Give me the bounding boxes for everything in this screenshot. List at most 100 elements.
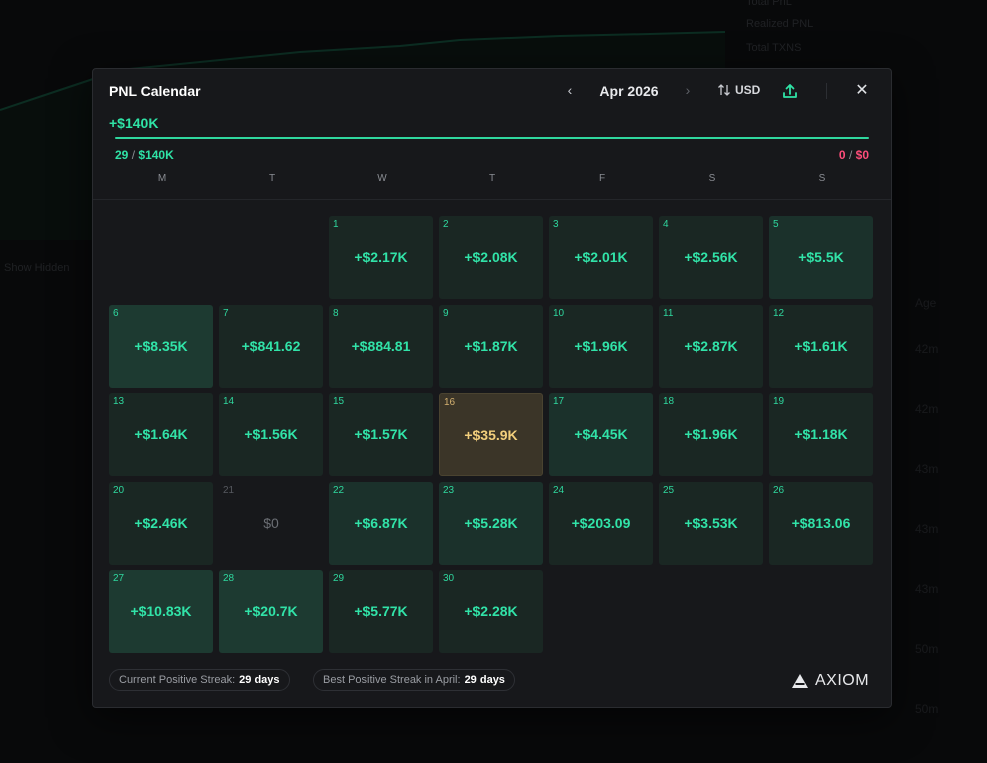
sort-arrows-icon (718, 84, 730, 96)
calendar-day-cell-best[interactable]: 16 +$35.9K (439, 393, 543, 476)
calendar-day-cell[interactable]: 13 +$1.64K (109, 393, 213, 476)
weekday-tuesday: T (268, 173, 276, 184)
calendar-day-cell[interactable]: 8 +$884.81 (329, 305, 433, 388)
calendar-day-cell[interactable]: 10 +$1.96K (549, 305, 653, 388)
day-pnl: +$2.28K (464, 603, 518, 619)
calendar-day-cell[interactable]: 3 +$2.01K (549, 216, 653, 299)
day-number: 16 (444, 397, 456, 408)
positive-days-summary: 29 / $140K (115, 148, 174, 162)
calendar-day-cell[interactable]: 12 +$1.61K (769, 305, 873, 388)
calendar-day-cell[interactable]: 19 +$1.18K (769, 393, 873, 476)
day-number: 3 (553, 219, 559, 230)
day-pnl: +$1.87K (464, 338, 518, 354)
calendar-day-cell[interactable]: 25 +$3.53K (659, 482, 763, 565)
pnl-calendar-modal: PNL Calendar ‹ Apr 2026 › USD ✕ +$140K 2… (92, 68, 892, 708)
day-number: 24 (553, 485, 565, 496)
calendar-day-cell[interactable]: 4 +$2.56K (659, 216, 763, 299)
calendar-day-cell-empty[interactable]: 21 $0 (219, 482, 323, 565)
day-pnl: +$8.35K (134, 338, 188, 354)
pnl-ratio-bar (115, 137, 869, 139)
day-pnl: +$2.46K (134, 515, 188, 531)
calendar-day-cell[interactable]: 9 +$1.87K (439, 305, 543, 388)
calendar-day-cell[interactable]: 5 +$5.5K (769, 216, 873, 299)
day-number: 10 (553, 308, 565, 319)
calendar-day-cell[interactable]: 1 +$2.17K (329, 216, 433, 299)
close-button[interactable]: ✕ (853, 81, 871, 99)
day-number: 26 (773, 485, 785, 496)
day-number: 28 (223, 573, 235, 584)
current-streak-value: 29 days (239, 674, 280, 686)
calendar-day-cell[interactable]: 17 +$4.45K (549, 393, 653, 476)
day-pnl: +$5.77K (354, 603, 408, 619)
calendar-header-divider (93, 199, 891, 200)
calendar-day-cell[interactable]: 20 +$2.46K (109, 482, 213, 565)
calendar-day-cell[interactable]: 29 +$5.77K (329, 570, 433, 653)
weekday-saturday: S (708, 173, 716, 184)
day-number: 27 (113, 573, 125, 584)
weekday-sunday: S (818, 173, 826, 184)
day-pnl: +$2.01K (574, 249, 628, 265)
day-pnl: +$841.62 (241, 338, 301, 354)
day-pnl: +$2.56K (684, 249, 738, 265)
day-pnl: +$1.56K (244, 426, 298, 442)
calendar-day-cell[interactable]: 27 +$10.83K (109, 570, 213, 653)
chevron-right-icon: › (685, 82, 691, 98)
calendar-day-cell[interactable]: 11 +$2.87K (659, 305, 763, 388)
calendar-day-cell[interactable]: 30 +$2.28K (439, 570, 543, 653)
day-number: 18 (663, 396, 675, 407)
day-number: 22 (333, 485, 345, 496)
day-number: 11 (663, 308, 674, 319)
calendar-day-cell[interactable]: 15 +$1.57K (329, 393, 433, 476)
calendar-day-cell[interactable]: 7 +$841.62 (219, 305, 323, 388)
day-number: 23 (443, 485, 455, 496)
calendar-day-cell[interactable]: 6 +$8.35K (109, 305, 213, 388)
day-number: 19 (773, 396, 785, 407)
axiom-logo-icon (792, 674, 808, 688)
day-number: 29 (333, 573, 345, 584)
weekday-monday: M (157, 173, 167, 184)
day-number: 13 (113, 396, 125, 407)
day-pnl: +$10.83K (130, 603, 192, 619)
currency-toggle-button[interactable]: USD (717, 83, 760, 97)
current-streak-pill: Current Positive Streak: 29 days (109, 669, 290, 691)
calendar-day-cell[interactable]: 24 +$203.09 (549, 482, 653, 565)
negative-days-total: $0 (855, 148, 869, 162)
calendar-day-cell[interactable]: 28 +$20.7K (219, 570, 323, 653)
day-number: 21 (223, 485, 235, 496)
prev-month-button[interactable]: ‹ (561, 81, 579, 99)
weekday-thursday: T (488, 173, 496, 184)
next-month-button[interactable]: › (679, 81, 697, 99)
best-streak-pill: Best Positive Streak in April: 29 days (313, 669, 515, 691)
day-number: 30 (443, 573, 455, 584)
best-streak-label: Best Positive Streak in April: (323, 674, 461, 686)
day-pnl: +$813.06 (791, 515, 851, 531)
day-number: 6 (113, 308, 119, 319)
weekday-wednesday: W (377, 173, 387, 184)
day-pnl: +$1.61K (794, 338, 848, 354)
day-number: 2 (443, 219, 449, 230)
calendar-day-cell[interactable]: 23 +$5.28K (439, 482, 543, 565)
calendar-day-cell[interactable]: 26 +$813.06 (769, 482, 873, 565)
negative-days-summary: 0 / $0 (839, 148, 869, 162)
weekday-friday: F (598, 173, 606, 184)
day-pnl: +$1.96K (574, 338, 628, 354)
close-icon: ✕ (855, 82, 869, 99)
day-pnl: +$1.64K (134, 426, 188, 442)
day-pnl: +$4.45K (574, 426, 628, 442)
calendar-day-cell[interactable]: 2 +$2.08K (439, 216, 543, 299)
calendar-day-cell[interactable]: 18 +$1.96K (659, 393, 763, 476)
calendar-day-cell[interactable]: 22 +$6.87K (329, 482, 433, 565)
day-pnl: +$1.96K (684, 426, 738, 442)
day-pnl: +$6.87K (354, 515, 408, 531)
day-number: 7 (223, 308, 229, 319)
day-number: 1 (333, 219, 339, 230)
best-streak-value: 29 days (464, 674, 505, 686)
day-pnl: +$20.7K (244, 603, 298, 619)
share-button[interactable] (781, 82, 799, 100)
day-pnl: +$35.9K (464, 427, 518, 443)
chevron-left-icon: ‹ (567, 82, 573, 98)
day-number: 17 (553, 396, 565, 407)
day-pnl: +$203.09 (571, 515, 631, 531)
current-streak-label: Current Positive Streak: (119, 674, 236, 686)
calendar-day-cell[interactable]: 14 +$1.56K (219, 393, 323, 476)
